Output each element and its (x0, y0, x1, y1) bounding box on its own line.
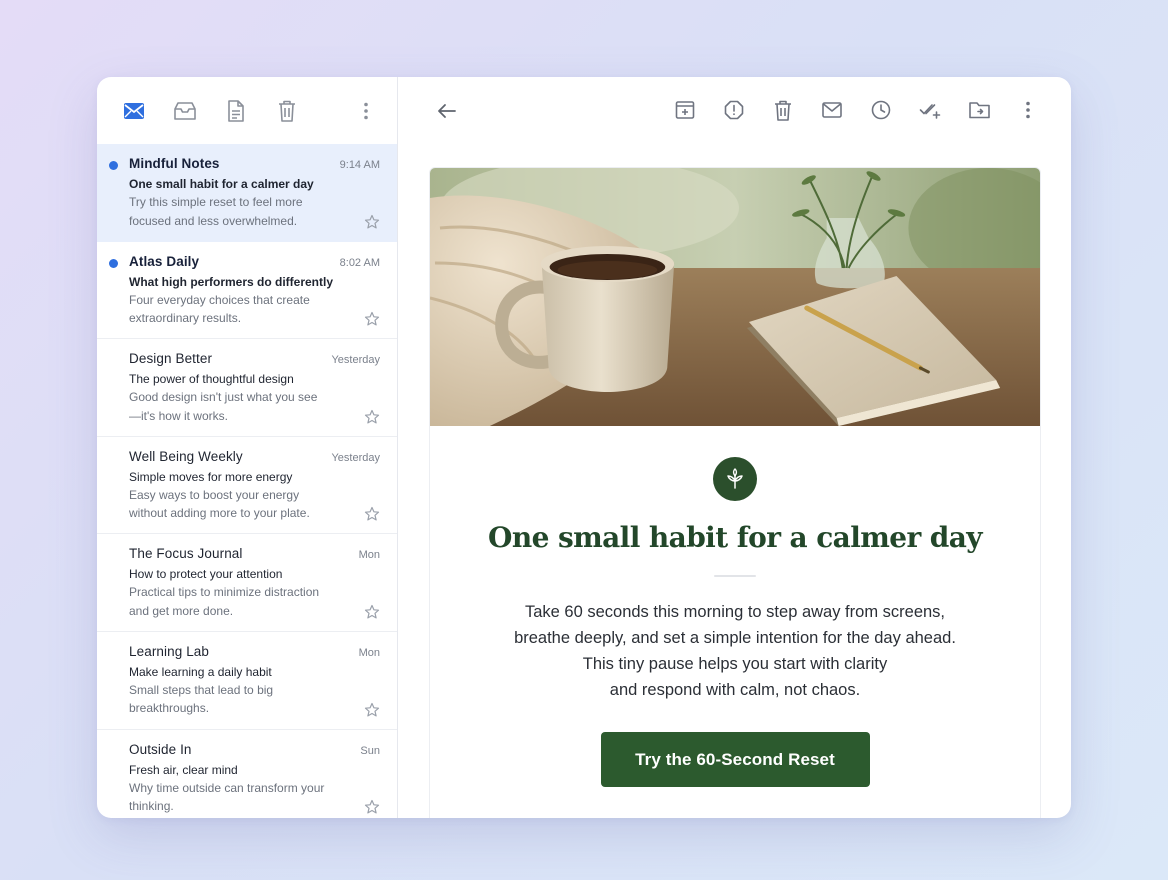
report-spam-icon[interactable] (722, 98, 746, 122)
message-preview: Easy ways to boost your energy without a… (129, 487, 310, 521)
email-content-area: One small habit for a calmer day Take 60… (398, 144, 1071, 818)
arrow-left-icon[interactable] (435, 99, 459, 123)
star-icon[interactable] (364, 311, 380, 327)
email-message: One small habit for a calmer day Take 60… (429, 167, 1041, 818)
delete-icon[interactable] (771, 98, 795, 122)
message-subject: How to protect your attention (129, 567, 283, 582)
message-preview: Four everyday choices that create extrao… (129, 292, 310, 326)
body-line: breathe deeply, and set a simple intenti… (514, 629, 956, 647)
email-text: Take 60 seconds this morning to step awa… (430, 599, 1040, 703)
message-time: Mon (358, 549, 380, 562)
message-actions (648, 98, 1040, 122)
star-icon[interactable] (364, 604, 380, 620)
list-item-outside-in[interactable]: Outside In Sun Fresh air, clear mind Why … (97, 730, 397, 818)
message-preview: Why time outside can transform your thin… (129, 780, 325, 814)
archive-icon[interactable] (173, 99, 197, 123)
hero-image (430, 168, 1040, 426)
sender-name: Mindful Notes (129, 156, 220, 171)
message-subject: Make learning a daily habit (129, 664, 272, 679)
message-subject: The power of thoughtful design (129, 372, 294, 387)
more-vertical-icon[interactable] (1016, 98, 1040, 122)
list-item-design-better[interactable]: Design Better Yesterday The power of thou… (97, 339, 397, 437)
list-item-learning-lab[interactable]: Learning Lab Mon Make learning a daily ha… (97, 632, 397, 730)
message-time: 9:14 AM (339, 159, 380, 171)
star-icon[interactable] (364, 506, 380, 522)
leaf-icon (713, 457, 757, 501)
list-item-atlas-daily[interactable]: Atlas Daily 8:02 AM What high performers … (97, 242, 397, 340)
unread-indicator (109, 258, 118, 268)
message-list: Mindful Notes 9:14 AM One small habit for… (97, 144, 397, 818)
sender-name: Learning Lab (129, 643, 210, 659)
body-line: and respond with calm, not chaos. (609, 681, 861, 699)
email-body: One small habit for a calmer day Take 60… (430, 426, 1040, 787)
reading-pane: One small habit for a calmer day Take 60… (398, 77, 1071, 818)
mail-window: Mindful Notes 9:14 AM One small habit for… (97, 77, 1071, 818)
message-subject: One small habit for a calmer day (129, 177, 314, 191)
unread-indicator (109, 161, 118, 170)
mark-unread-icon[interactable] (820, 98, 844, 122)
snooze-icon[interactable] (869, 98, 893, 122)
list-item-well-being-weekly[interactable]: Well Being Weekly Yesterday Simple moves … (97, 437, 397, 535)
mail-icon[interactable] (122, 99, 146, 123)
message-subject: What high performers do differently (129, 274, 334, 289)
message-subject: Fresh air, clear mind (129, 762, 238, 777)
message-time: 8:02 AM (339, 256, 380, 269)
star-icon[interactable] (364, 702, 380, 718)
message-preview: Small steps that lead to big breakthroug… (129, 682, 274, 716)
sender-name: Design Better (129, 351, 213, 367)
cta-button[interactable]: Try the 60-Second Reset (600, 732, 870, 787)
message-time: Sun (360, 744, 380, 757)
list-item-mindful-notes[interactable]: Mindful Notes 9:14 AM One small habit for… (97, 144, 397, 242)
sender-name: The Focus Journal (129, 546, 243, 562)
message-sidebar: Mindful Notes 9:14 AM One small habit for… (97, 77, 398, 818)
star-icon[interactable] (364, 799, 380, 815)
archive-add-icon[interactable] (673, 98, 697, 122)
email-title: One small habit for a calmer day (488, 521, 983, 554)
title-divider (714, 575, 756, 577)
move-to-folder-icon[interactable] (967, 98, 991, 122)
sidebar-toolbar (97, 77, 397, 144)
body-line: This tiny pause helps you start with cla… (582, 655, 888, 673)
body-line: Take 60 seconds this morning to step awa… (524, 603, 946, 621)
sender-name: Well Being Weekly (129, 448, 243, 464)
reading-toolbar (398, 77, 1071, 144)
trash-icon[interactable] (275, 99, 299, 123)
message-time: Yesterday (331, 451, 380, 464)
message-subject: Simple moves for more energy (129, 469, 293, 484)
sender-name: Atlas Daily (129, 253, 200, 269)
document-icon[interactable] (224, 99, 248, 123)
message-preview: Practical tips to minimize distraction a… (129, 585, 320, 618)
message-time: Mon (358, 646, 380, 659)
star-icon[interactable] (364, 214, 380, 230)
message-preview: Try this simple reset to feel more focus… (129, 195, 303, 228)
add-task-icon[interactable] (918, 98, 942, 122)
message-time: Yesterday (331, 354, 380, 367)
sender-name: Outside In (129, 741, 192, 757)
message-preview: Good design isn't just what you see—it's… (129, 390, 318, 423)
more-vertical-icon[interactable] (354, 99, 378, 123)
list-item-focus-journal[interactable]: The Focus Journal Mon How to protect your… (97, 534, 397, 632)
star-icon[interactable] (364, 409, 380, 425)
